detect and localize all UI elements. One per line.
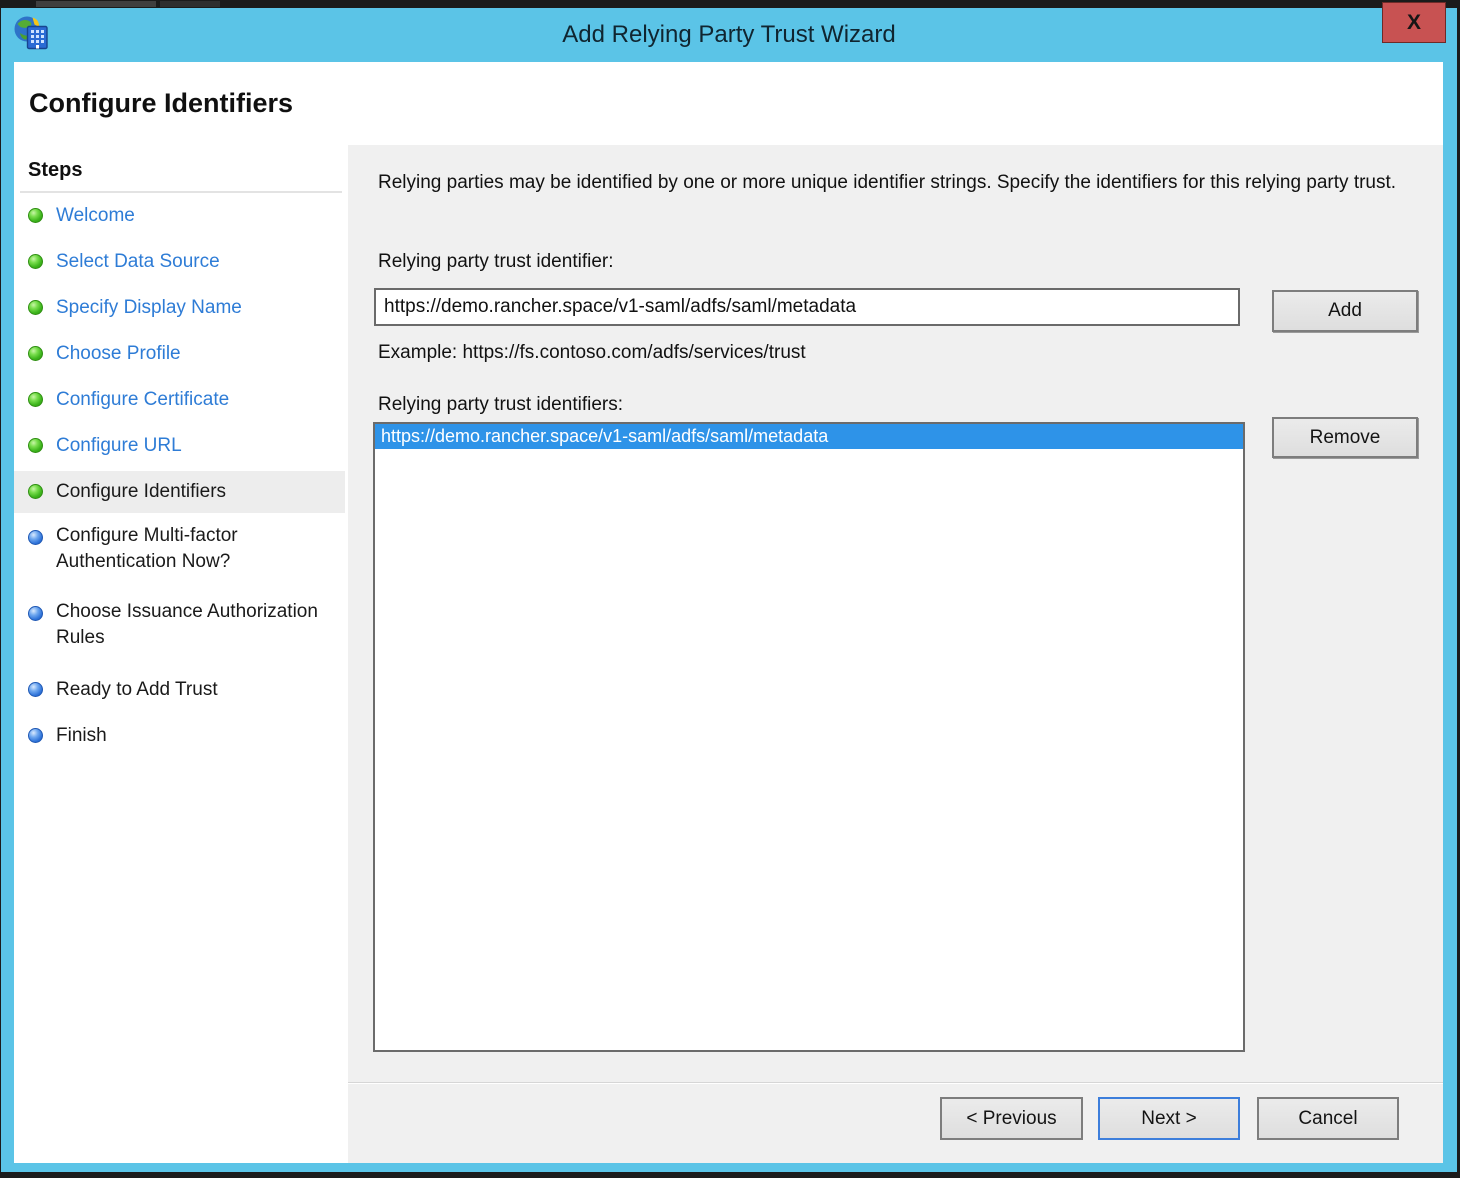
step-label: Choose Profile xyxy=(56,339,181,369)
step-item-select-data-source[interactable]: Select Data Source xyxy=(14,241,345,283)
titlebar: Add Relying Party Trust Wizard xyxy=(1,8,1457,62)
step-bullet-blue-icon xyxy=(28,682,43,697)
step-item-configure-multi-factor-authentication-now: Configure Multi-factor Authentication No… xyxy=(14,517,345,581)
step-label: Select Data Source xyxy=(56,247,220,277)
steps-list: Welcome Select Data Source Specify Display… xyxy=(14,193,345,757)
step-item-configure-identifiers: Configure Identifiers xyxy=(14,471,345,513)
description-text: Relying parties may be identified by one… xyxy=(378,169,1403,196)
window-title: Add Relying Party Trust Wizard xyxy=(1,8,1457,62)
step-label: Specify Display Name xyxy=(56,293,242,323)
close-button[interactable]: X xyxy=(1382,2,1446,43)
steps-sidebar: Steps Welcome Select Data Source Specify D… xyxy=(14,145,345,1163)
step-bullet-green-icon xyxy=(28,254,43,269)
page-title: Configure Identifiers xyxy=(29,88,293,119)
step-bullet-green-icon xyxy=(28,300,43,315)
background-window-edge xyxy=(36,1,156,7)
step-item-specify-display-name[interactable]: Specify Display Name xyxy=(14,287,345,329)
step-bullet-blue-icon xyxy=(28,530,43,545)
identifiers-list-label: Relying party trust identifiers: xyxy=(378,394,623,416)
step-label: Configure Identifiers xyxy=(56,477,226,507)
background-window-edge xyxy=(160,1,220,7)
step-label: Finish xyxy=(56,721,107,751)
step-bullet-green-icon xyxy=(28,346,43,361)
identifier-list-item[interactable]: https://demo.rancher.space/v1-saml/adfs/… xyxy=(375,424,1243,449)
step-label: Choose Issuance Authorization Rules xyxy=(56,599,339,651)
footer-separator xyxy=(348,1082,1443,1084)
step-item-configure-url[interactable]: Configure URL xyxy=(14,425,345,467)
next-button[interactable]: Next > xyxy=(1098,1097,1240,1140)
step-bullet-green-icon xyxy=(28,392,43,407)
step-bullet-green-icon xyxy=(28,208,43,223)
step-item-choose-profile[interactable]: Choose Profile xyxy=(14,333,345,375)
example-text: Example: https://fs.contoso.com/adfs/ser… xyxy=(378,342,806,364)
step-label: Configure URL xyxy=(56,431,182,461)
add-button[interactable]: Add xyxy=(1272,290,1418,332)
identifiers-listbox[interactable]: https://demo.rancher.space/v1-saml/adfs/… xyxy=(373,422,1245,1052)
step-bullet-green-icon xyxy=(28,484,43,499)
step-label: Ready to Add Trust xyxy=(56,675,218,705)
step-item-choose-issuance-authorization-rules: Choose Issuance Authorization Rules xyxy=(14,593,345,657)
main-panel: Relying parties may be identified by one… xyxy=(348,145,1443,1163)
step-item-finish: Finish xyxy=(14,715,345,757)
step-item-ready-to-add-trust: Ready to Add Trust xyxy=(14,669,345,711)
identifier-input-label: Relying party trust identifier: xyxy=(378,251,614,273)
wizard-window: Add Relying Party Trust Wizard Configure… xyxy=(1,8,1457,1172)
previous-button[interactable]: < Previous xyxy=(940,1097,1083,1140)
step-label: Welcome xyxy=(56,201,135,231)
step-item-configure-certificate[interactable]: Configure Certificate xyxy=(14,379,345,421)
identifier-input[interactable] xyxy=(374,288,1240,326)
step-label: Configure Certificate xyxy=(56,385,229,415)
wizard-body: Configure Identifiers Steps Welcome Selec… xyxy=(14,62,1443,1163)
step-item-welcome[interactable]: Welcome xyxy=(14,195,345,237)
remove-button[interactable]: Remove xyxy=(1272,417,1418,458)
step-label: Configure Multi-factor Authentication No… xyxy=(56,523,339,575)
step-bullet-blue-icon xyxy=(28,606,43,621)
steps-title: Steps xyxy=(14,145,345,182)
screenshot-root: Add Relying Party Trust Wizard Configure… xyxy=(0,0,1460,1178)
cancel-button[interactable]: Cancel xyxy=(1257,1097,1399,1140)
step-bullet-green-icon xyxy=(28,438,43,453)
step-bullet-blue-icon xyxy=(28,728,43,743)
